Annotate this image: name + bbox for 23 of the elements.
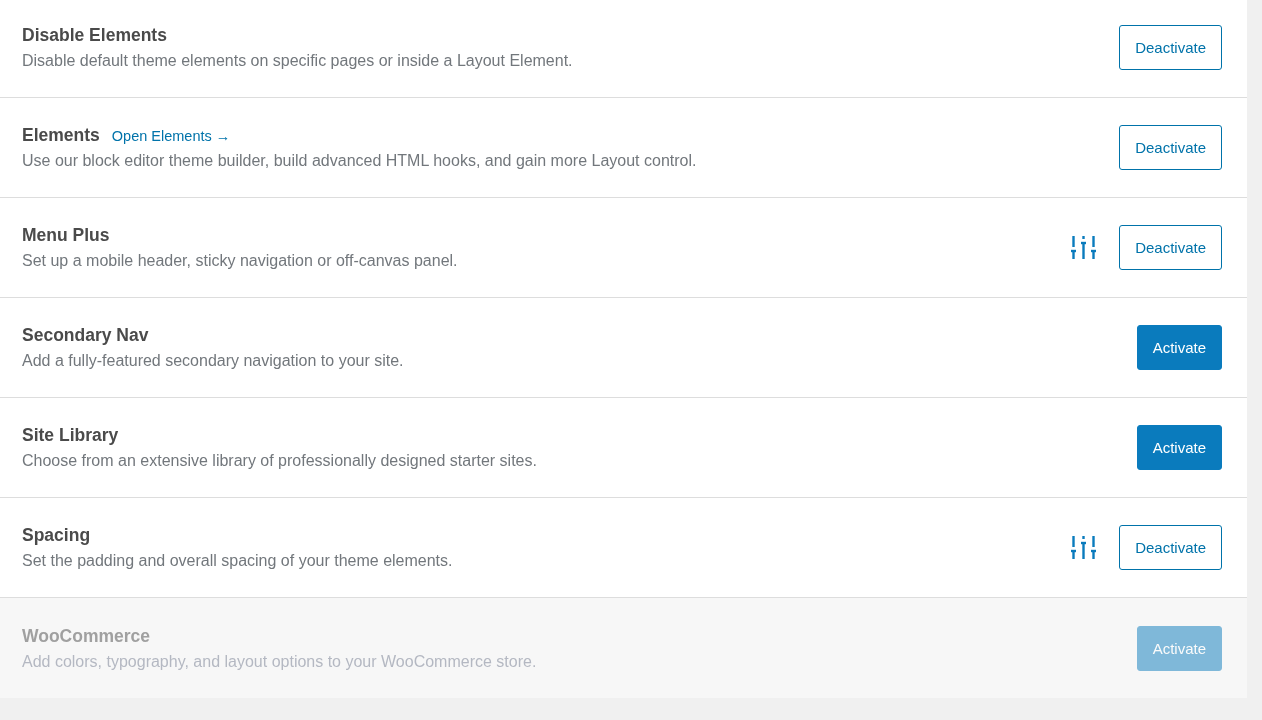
sliders-icon[interactable]	[1071, 536, 1097, 559]
deactivate-button[interactable]: Deactivate	[1119, 125, 1222, 170]
module-description: Add colors, typography, and layout options to your WooCommerce store.	[22, 651, 537, 672]
module-title: Site Library	[22, 424, 119, 447]
module-description: Disable default theme elements on specific pages or inside a Layout Element.	[22, 51, 573, 71]
module-title: Menu Plus	[22, 224, 110, 247]
sliders-icon[interactable]	[1071, 236, 1097, 259]
module-title: Spacing	[22, 524, 91, 547]
module-description: Use our block editor theme builder, build advanced HTML hooks, and gain more Layout control.	[22, 151, 697, 171]
activate-button[interactable]: Activate	[1136, 425, 1222, 470]
module-title: Disable Elements	[22, 24, 167, 47]
module-title: Elements	[22, 124, 100, 147]
module-description: Set the padding and overall spacing of your theme elements.	[22, 551, 453, 571]
module-description: Choose from an extensive library of professionally designed starter sites.	[22, 451, 537, 471]
open-link[interactable]: Open Elements →	[111, 126, 231, 146]
deactivate-button[interactable]: Deactivate	[1119, 225, 1222, 270]
module-title: WooCommerce	[22, 624, 151, 648]
deactivate-button[interactable]: Deactivate	[1119, 525, 1222, 570]
module-title: Secondary Nav	[22, 324, 149, 347]
module-description: Add a fully-featured secondary navigation to your site.	[22, 351, 404, 371]
deactivate-button[interactable]: Deactivate	[1119, 25, 1222, 70]
module-description: Set up a mobile header, sticky navigation or off-canvas panel.	[22, 251, 458, 271]
activate-button[interactable]: Activate	[1136, 325, 1222, 370]
